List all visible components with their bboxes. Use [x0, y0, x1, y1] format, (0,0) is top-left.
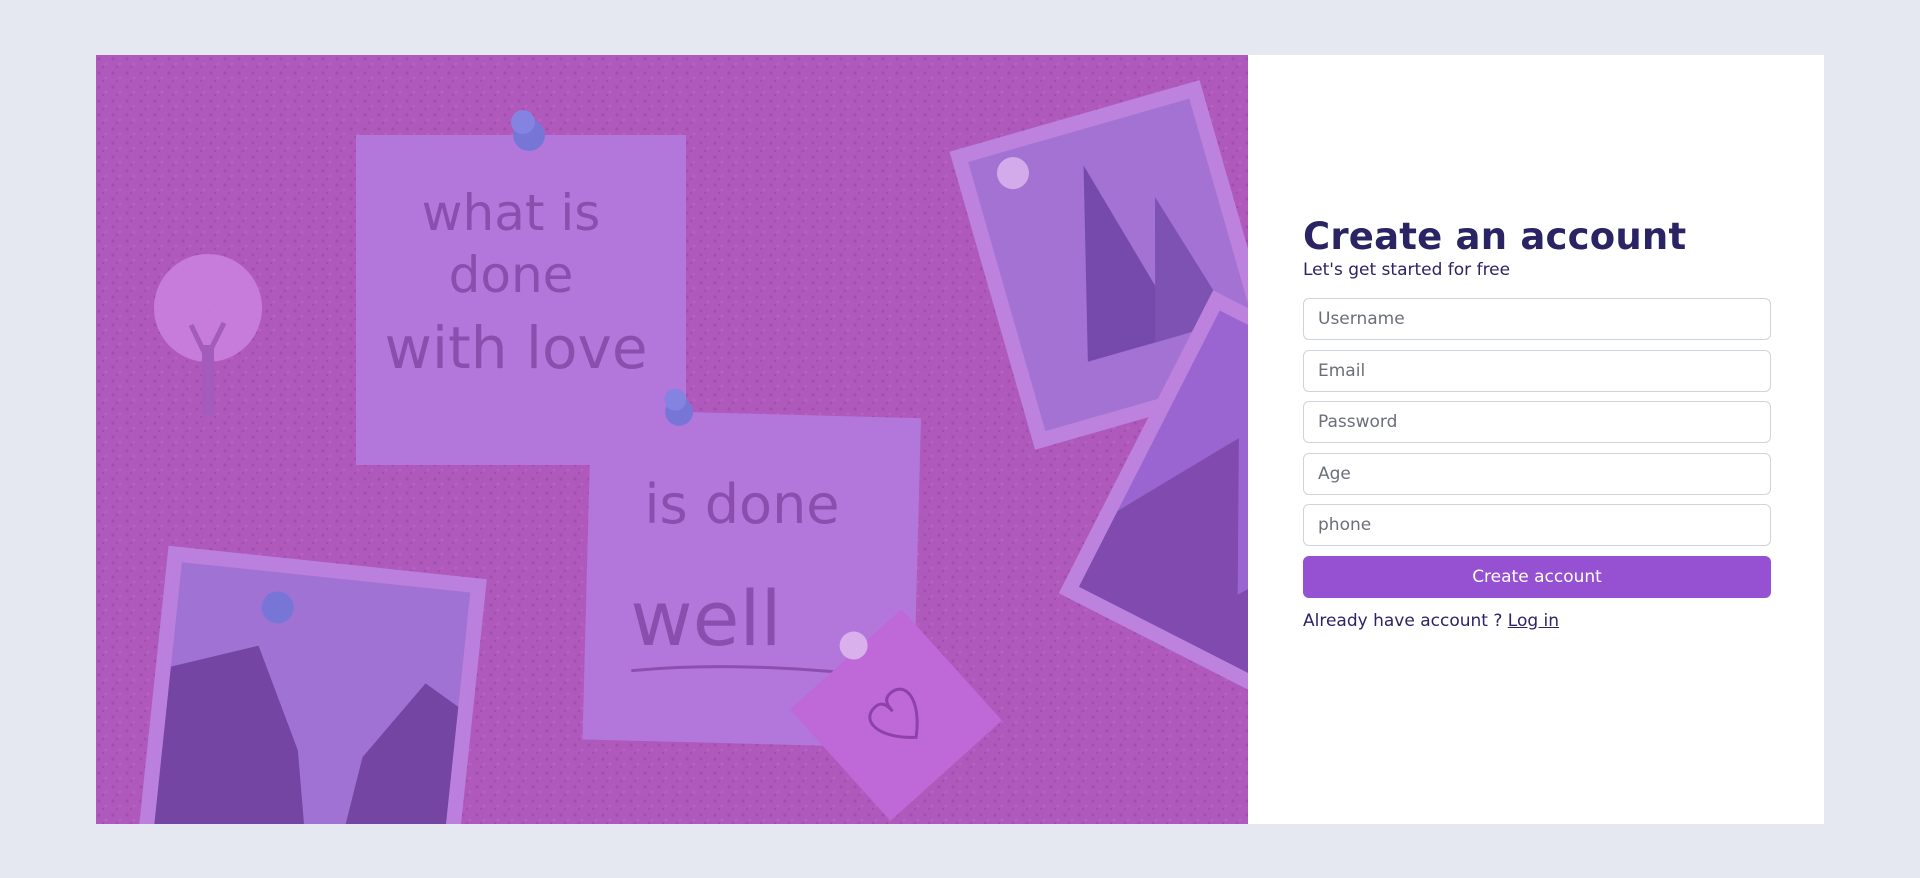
login-link[interactable]: Log in: [1508, 611, 1559, 631]
username-input[interactable]: [1303, 298, 1771, 340]
login-prompt-row: Already have account ? Log in: [1303, 611, 1771, 631]
hero-overlay: [96, 55, 1248, 824]
note2-line2: well: [630, 574, 781, 663]
signup-card: what is done with love is done well Crea…: [96, 55, 1824, 824]
note2-line1: is done: [644, 473, 839, 536]
note1-line2: done: [449, 246, 574, 304]
corkboard-illustration: what is done with love is done well: [96, 55, 1248, 824]
note1-line3: with love: [384, 314, 647, 382]
page-title: Create an account: [1303, 215, 1687, 258]
signup-form: Create an account Let's get started for …: [1303, 215, 1771, 631]
signup-form-pane: Create an account Let's get started for …: [1248, 55, 1824, 824]
note1-line1: what is: [422, 184, 601, 242]
page-subtitle: Let's get started for free: [1303, 260, 1511, 280]
age-input[interactable]: [1303, 452, 1771, 495]
hero-image: what is done with love is done well: [96, 55, 1248, 824]
login-prompt-text: Already have account ?: [1303, 610, 1503, 631]
create-account-button[interactable]: Create account: [1303, 555, 1771, 598]
email-input[interactable]: [1303, 349, 1771, 392]
password-input[interactable]: [1303, 401, 1771, 443]
phone-input[interactable]: [1303, 504, 1771, 546]
